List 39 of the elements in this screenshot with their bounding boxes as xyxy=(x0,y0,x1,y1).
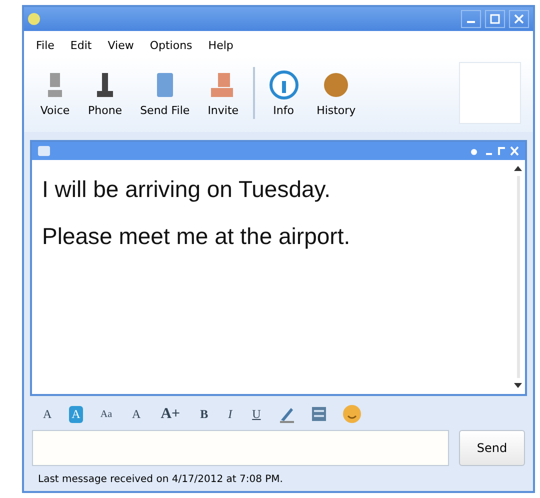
status-text: Last message received on 4/17/2012 at 7:08 PM. xyxy=(38,474,283,485)
message-text: I will be arriving on Tuesday. xyxy=(42,176,332,203)
toolbar-button[interactable]: Invite xyxy=(204,68,243,118)
message-text: Please meet me at the airport. xyxy=(42,223,352,250)
menu-item[interactable]: Edit xyxy=(70,39,92,52)
toolbar-panel xyxy=(459,62,521,124)
image-icon[interactable] xyxy=(310,405,328,423)
maximize-icon xyxy=(490,14,500,24)
paint-icon[interactable] xyxy=(278,405,296,423)
scroll-down-icon[interactable] xyxy=(513,382,523,390)
close-icon xyxy=(514,14,524,24)
menu-item[interactable]: File xyxy=(36,39,54,52)
format-button[interactable]: U xyxy=(249,406,264,422)
conversation-icon xyxy=(38,146,50,156)
minimize-button[interactable] xyxy=(461,10,481,28)
format-button[interactable]: I xyxy=(225,406,236,422)
smiley-icon[interactable] xyxy=(342,404,362,424)
maximize-button[interactable] xyxy=(485,10,505,28)
message-input[interactable] xyxy=(32,430,449,466)
scroll-up-icon[interactable] xyxy=(513,164,523,172)
format-button[interactable]: A xyxy=(129,406,144,422)
toolbar-button[interactable]: Phone xyxy=(84,68,126,118)
menu-item[interactable]: Options xyxy=(150,39,192,52)
format-button[interactable]: A xyxy=(40,406,55,422)
close-button[interactable] xyxy=(509,10,529,28)
toolbar-button[interactable]: Info xyxy=(264,68,303,118)
format-button[interactable]: B xyxy=(197,406,212,422)
menu-item[interactable]: Help xyxy=(208,39,234,52)
toolbar-button[interactable]: Voice xyxy=(36,68,74,118)
minimize-icon xyxy=(467,21,475,23)
menu-item[interactable]: View xyxy=(108,39,134,52)
format-button[interactable]: A+ xyxy=(158,404,184,424)
app-icon xyxy=(28,13,40,25)
toolbar-button[interactable]: History xyxy=(312,68,360,118)
send-button[interactable]: Send xyxy=(459,430,525,466)
toolbar-icon xyxy=(268,70,299,100)
window-controls-icon xyxy=(469,146,519,156)
toolbar-button[interactable]: Send File xyxy=(136,68,194,118)
format-button[interactable]: Aa xyxy=(97,408,116,420)
